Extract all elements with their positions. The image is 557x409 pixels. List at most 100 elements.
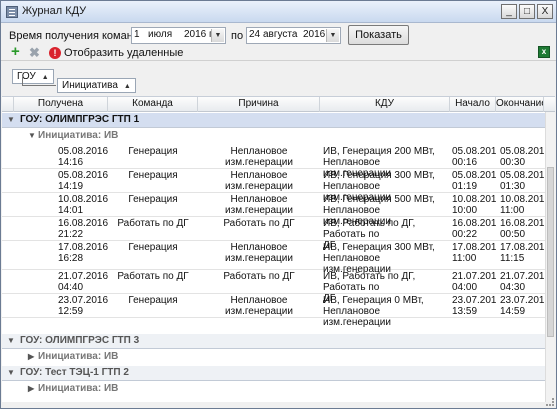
app-journal-icon xyxy=(6,6,18,18)
kdu-journal-window: Журнал КДУ _ □ X Время получения команды… xyxy=(0,0,557,409)
expand-arrow-icon[interactable]: ▼ xyxy=(7,334,15,348)
table-row[interactable]: 17.08.2016 16:28 Генерация Неплановое изм.… xyxy=(2,241,555,275)
from-day: 1 xyxy=(134,29,140,40)
cell-received: 17.08.2016 16:28 xyxy=(58,242,108,264)
plus-icon[interactable]: + xyxy=(11,44,20,59)
cell-kdu: ИВ, Генерация 0 МВт, Неплановое изм.гене… xyxy=(323,295,424,328)
col-start[interactable]: Начало xyxy=(450,97,496,112)
subgroup-row[interactable]: ▼ Инициатива: ИВ xyxy=(2,129,555,144)
cell-end: 17.08.2016 11:15 xyxy=(500,242,544,264)
from-month: июля xyxy=(148,29,173,40)
cell-command: Генерация xyxy=(128,170,178,181)
chevron-down-icon[interactable]: ▼ xyxy=(326,29,339,42)
group-row[interactable]: ▼ ГОУ: Тест ТЭЦ-1 ГТП 2 xyxy=(2,366,555,381)
to-day: 24 xyxy=(249,29,261,40)
expand-arrow-icon[interactable]: ▼ xyxy=(7,366,15,380)
cell-end: 10.08.2016 11:00 xyxy=(500,194,544,216)
sort-up-icon: ▲ xyxy=(123,83,131,90)
table-row[interactable]: 23.07.2016 12:59 Генерация Неплановое изм.… xyxy=(2,294,555,328)
cell-received: 21.07.2016 04:40 xyxy=(58,271,108,293)
header-spacer xyxy=(2,97,14,112)
expand-arrow-icon[interactable]: ▶ xyxy=(28,382,34,396)
close-button[interactable]: X xyxy=(537,4,553,19)
group-chip-initiative-label: Инициатива xyxy=(62,80,118,91)
group-label: ГОУ: ОЛИМПГРЭС ГТП 1 xyxy=(20,114,140,125)
kdu-grid: Получена Команда Причина КДУ Начало Окон… xyxy=(2,96,555,402)
table-row[interactable]: 16.08.2016 21:22 Работать по ДГ Работать п… xyxy=(2,217,555,251)
group-connector xyxy=(22,85,56,86)
minimize-button[interactable]: _ xyxy=(501,4,517,19)
cell-reason: Неплановое изм.генерации xyxy=(225,146,293,168)
received-time-label: Время получения команды: xyxy=(9,30,151,42)
cell-command: Работать по ДГ xyxy=(117,271,189,282)
cell-received: 10.08.2016 14:01 xyxy=(58,194,108,216)
subgroup-label: Инициатива: ИВ xyxy=(38,351,119,362)
maximize-button[interactable]: □ xyxy=(519,4,535,19)
resize-grip-icon[interactable] xyxy=(546,398,554,406)
grid-header: Получена Команда Причина КДУ Начало Окон… xyxy=(2,97,555,112)
subgroup-row[interactable]: ▶ Инициатива: ИВ xyxy=(2,350,555,365)
delete-icon[interactable]: ✖ xyxy=(29,45,40,60)
vertical-scrollbar[interactable] xyxy=(545,112,555,402)
group-label: ГОУ: ОЛИМПГРЭС ГТП 3 xyxy=(20,335,140,346)
scrollbar-thumb[interactable] xyxy=(547,167,554,337)
cell-command: Генерация xyxy=(128,194,178,205)
cell-start: 23.07.2016 13:59 xyxy=(452,295,496,317)
table-row[interactable]: 05.08.2016 14:19 Генерация Неплановое изм.… xyxy=(2,169,555,203)
col-command[interactable]: Команда xyxy=(108,97,198,112)
group-row[interactable]: ▼ ГОУ: ОЛИМПГРЭС ГТП 3 xyxy=(2,334,555,349)
show-button[interactable]: Показать xyxy=(348,25,409,45)
cell-reason: Работать по ДГ xyxy=(223,271,295,282)
cell-start: 10.08.2016 10:00 xyxy=(452,194,496,216)
cell-reason: Неплановое изм.генерации xyxy=(225,170,293,192)
col-end[interactable]: Окончание xyxy=(496,97,544,112)
group-chip-gou[interactable]: ГОУ ▲ xyxy=(12,69,54,84)
collapse-arrow-icon[interactable]: ▼ xyxy=(28,129,36,143)
col-received[interactable]: Получена xyxy=(14,97,108,112)
date-filter-row: Время получения команды: с 1июля2016 г. … xyxy=(1,25,556,47)
table-row[interactable]: 05.08.2016 14:16 Генерация Неплановое изм.… xyxy=(2,145,555,179)
subgroup-label: Инициатива: ИВ xyxy=(38,383,119,394)
cell-received: 05.08.2016 14:19 xyxy=(58,170,108,192)
chevron-down-icon[interactable]: ▼ xyxy=(211,29,224,42)
collapse-arrow-icon[interactable]: ▼ xyxy=(7,113,15,127)
cell-command: Генерация xyxy=(128,146,178,157)
expand-arrow-icon[interactable]: ▶ xyxy=(28,350,34,364)
from-date-picker[interactable]: 1 июля 2016 г. ▼ xyxy=(131,27,226,44)
to-date-picker[interactable]: 24 августа 2016 г. ▼ xyxy=(246,27,341,44)
cell-start: 05.08.2016 01:19 xyxy=(452,170,496,192)
excel-icon[interactable]: x xyxy=(538,46,550,58)
cell-end: 23.07.2016 14:59 xyxy=(500,295,544,317)
cell-received: 16.08.2016 21:22 xyxy=(58,218,108,240)
col-reason[interactable]: Причина xyxy=(198,97,320,112)
cell-received: 05.08.2016 14:16 xyxy=(58,146,108,168)
from-year: 2016 г. xyxy=(184,29,215,40)
cell-reason: Неплановое изм.генерации xyxy=(225,242,293,264)
grouping-panel: ГОУ ▲ Инициатива ▲ xyxy=(2,61,555,95)
cell-reason: Работать по ДГ xyxy=(223,218,295,229)
group-label: ГОУ: Тест ТЭЦ-1 ГТП 2 xyxy=(20,367,129,378)
cell-command: Генерация xyxy=(128,295,178,306)
group-chip-gou-label: ГОУ xyxy=(17,71,36,82)
table-row[interactable]: 21.07.2016 04:40 Работать по ДГ Работать п… xyxy=(2,270,555,304)
cell-command: Работать по ДГ xyxy=(117,218,189,229)
cell-received: 23.07.2016 12:59 xyxy=(58,295,108,317)
cell-command: Генерация xyxy=(128,242,178,253)
show-deleted-toggle[interactable]: Отобразить удаленные xyxy=(64,47,183,59)
sort-up-icon: ▲ xyxy=(41,74,49,81)
col-kdu[interactable]: КДУ xyxy=(320,97,450,112)
toolbar: + ✖ ! Отобразить удаленные x xyxy=(1,44,556,61)
cell-start: 05.08.2016 00:16 xyxy=(452,146,496,168)
cell-start: 17.08.2016 11:00 xyxy=(452,242,496,264)
to-month: августа xyxy=(263,29,298,40)
cell-start: 16.08.2016 00:22 xyxy=(452,218,496,240)
group-row[interactable]: ▼ ГОУ: ОЛИМПГРЭС ГТП 1 xyxy=(2,113,555,128)
cell-end: 16.08.2016 00:50 xyxy=(500,218,544,240)
cell-reason: Неплановое изм.генерации xyxy=(225,194,293,216)
cell-start: 21.07.2016 04:00 xyxy=(452,271,496,293)
subgroup-row[interactable]: ▶ Инициатива: ИВ xyxy=(2,382,555,397)
group-chip-initiative[interactable]: Инициатива ▲ xyxy=(57,78,136,93)
table-row[interactable]: 10.08.2016 14:01 Генерация Неплановое изм.… xyxy=(2,193,555,227)
cell-end: 05.08.2016 00:30 xyxy=(500,146,544,168)
to-label: по xyxy=(231,30,244,42)
